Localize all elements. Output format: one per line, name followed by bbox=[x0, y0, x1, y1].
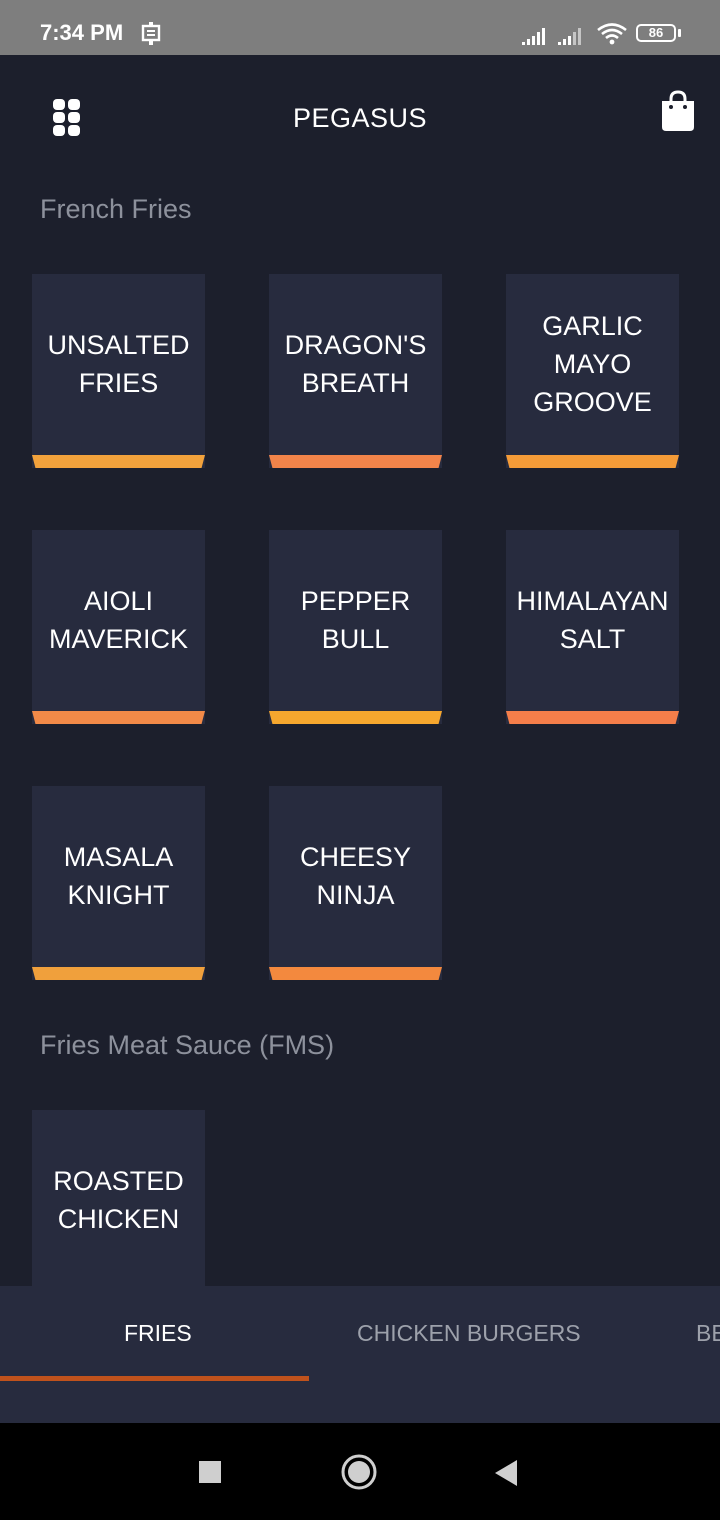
menu-item-tile[interactable]: AIOLI MAVERICK bbox=[32, 530, 205, 724]
menu-item-tile[interactable]: PEPPER BULL bbox=[269, 530, 442, 724]
back-button-icon[interactable] bbox=[492, 1458, 520, 1488]
shopping-bag-icon[interactable] bbox=[658, 89, 698, 133]
tile-label: MASALA KNIGHT bbox=[63, 842, 174, 910]
signal-icon bbox=[558, 28, 581, 45]
tile-label: GARLIC MAYO GROOVE bbox=[533, 311, 652, 417]
recents-button-icon[interactable] bbox=[198, 1460, 222, 1484]
tile-accent-bar bbox=[32, 455, 205, 468]
menu-item-tile[interactable]: MASALA KNIGHT bbox=[32, 786, 205, 980]
tile-label: UNSALTED FRIES bbox=[47, 330, 190, 398]
tile-label: DRAGON'S BREATH bbox=[284, 330, 427, 398]
battery-icon: 86 bbox=[636, 24, 676, 42]
tab-chicken-burgers[interactable]: CHICKEN BURGERS bbox=[357, 1320, 581, 1347]
active-tab-indicator bbox=[0, 1376, 309, 1381]
tile-accent-bar bbox=[32, 967, 205, 980]
menu-item-tile[interactable]: HIMALAYAN SALT bbox=[506, 530, 679, 724]
app-header: PEGASUS bbox=[0, 55, 720, 180]
tile-accent-bar bbox=[269, 967, 442, 980]
system-nav-bar bbox=[0, 1423, 720, 1520]
tab-fries[interactable]: FRIES bbox=[124, 1320, 192, 1347]
tile-accent-bar bbox=[32, 711, 205, 724]
tile-label: CHEESY NINJA bbox=[299, 842, 412, 910]
menu-item-tile[interactable]: DRAGON'S BREATH bbox=[269, 274, 442, 468]
tile-accent-bar bbox=[506, 455, 679, 468]
section-title: Fries Meat Sauce (FMS) bbox=[40, 1030, 335, 1060]
tile-label: AIOLI MAVERICK bbox=[48, 586, 189, 654]
menu-item-tile[interactable]: GARLIC MAYO GROOVE bbox=[506, 274, 679, 468]
section-title: French Fries bbox=[40, 194, 192, 224]
battery-tip bbox=[678, 29, 681, 37]
tile-accent-bar bbox=[506, 711, 679, 724]
app-title: PEGASUS bbox=[292, 103, 428, 133]
tile-accent-bar bbox=[269, 455, 442, 468]
tile-label: ROASTED CHICKEN bbox=[53, 1166, 184, 1234]
menu-item-tile[interactable]: UNSALTED FRIES bbox=[32, 274, 205, 468]
tab-beef-burgers[interactable]: BEEF BURGERS bbox=[696, 1320, 720, 1347]
category-tab-bar: FRIES CHICKEN BURGERS BEEF BURGERS bbox=[0, 1286, 720, 1423]
menu-item-tile[interactable]: ROASTED CHICKEN bbox=[32, 1110, 205, 1286]
status-bar: 7:34 PM 86 bbox=[0, 0, 720, 55]
home-button-icon[interactable] bbox=[340, 1453, 378, 1491]
menu-item-tile[interactable]: CHEESY NINJA bbox=[269, 786, 442, 980]
wifi-icon bbox=[597, 23, 627, 45]
tile-label: HIMALAYAN SALT bbox=[516, 586, 669, 654]
cast-icon bbox=[141, 22, 161, 45]
tile-label: PEPPER BULL bbox=[300, 586, 411, 654]
signal-icon bbox=[522, 28, 545, 45]
status-time: 7:34 PM bbox=[40, 20, 124, 45]
tile-accent-bar bbox=[269, 711, 442, 724]
